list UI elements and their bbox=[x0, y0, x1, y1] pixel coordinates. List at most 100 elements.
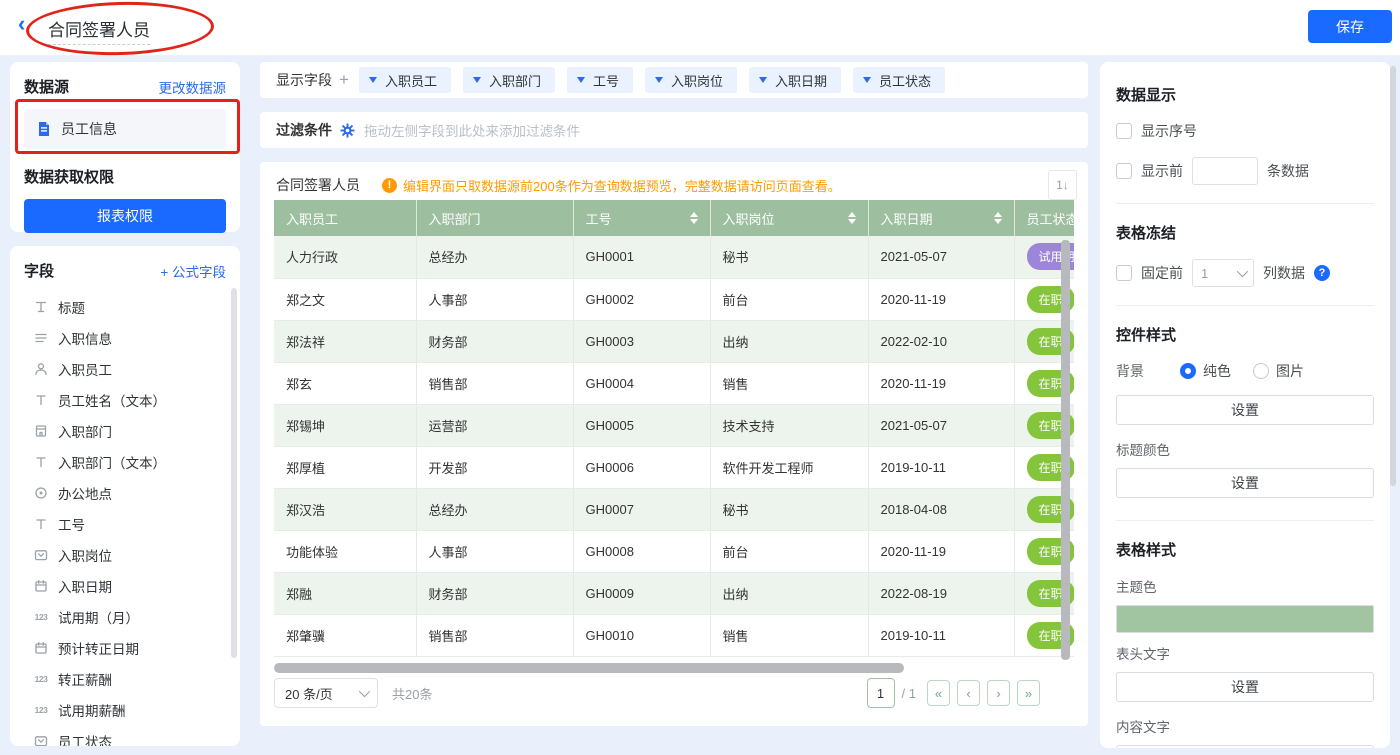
cell-post: 秘书 bbox=[710, 488, 868, 530]
chevron-down-icon bbox=[359, 686, 370, 697]
cell-name: 郑玄 bbox=[274, 362, 416, 404]
display-field-chip[interactable]: 入职员工 bbox=[359, 67, 451, 93]
settings-panel-scrollbar[interactable] bbox=[1390, 66, 1396, 486]
field-type-icon: 123 bbox=[33, 609, 49, 625]
field-item[interactable]: 标题 bbox=[24, 291, 226, 322]
field-item[interactable]: 员工状态 bbox=[24, 725, 226, 746]
cell-dept: 人事部 bbox=[416, 278, 573, 320]
field-item[interactable]: 入职日期 bbox=[24, 570, 226, 601]
chip-label: 入职日期 bbox=[775, 71, 827, 90]
table-row[interactable]: 人力行政 总经办 GH0001 秘书 2021-05-07 试用期 bbox=[274, 236, 1074, 278]
cell-dept: 财务部 bbox=[416, 572, 573, 614]
solid-color-radio[interactable] bbox=[1180, 363, 1196, 379]
field-type-icon bbox=[33, 454, 49, 470]
field-type-icon bbox=[33, 733, 49, 747]
gear-icon[interactable] bbox=[340, 123, 355, 138]
display-fields-label: 显示字段 bbox=[276, 70, 332, 90]
field-item[interactable]: 123 试用期薪酬 bbox=[24, 694, 226, 725]
field-item[interactable]: 员工姓名（文本） bbox=[24, 384, 226, 415]
table-column-header[interactable]: 员工状态 bbox=[1014, 200, 1074, 236]
field-item[interactable]: 预计转正日期 bbox=[24, 632, 226, 663]
field-item[interactable]: 工号 bbox=[24, 508, 226, 539]
title-color-set-button[interactable]: 设置 bbox=[1116, 468, 1374, 498]
sort-arrows-icon[interactable] bbox=[994, 212, 1002, 224]
display-field-chip[interactable]: 员工状态 bbox=[853, 67, 945, 93]
table-row[interactable]: 郑汉浩 总经办 GH0007 秘书 2018-04-08 在职 bbox=[274, 488, 1074, 530]
table-column-header[interactable]: 入职日期 bbox=[868, 200, 1014, 236]
table-column-header[interactable]: 工号 bbox=[573, 200, 710, 236]
table-horizontal-scrollbar[interactable] bbox=[274, 663, 904, 673]
last-page-button[interactable]: » bbox=[1017, 680, 1040, 706]
table-column-header[interactable]: 入职员工 bbox=[274, 200, 416, 236]
column-label: 员工状态 bbox=[1027, 209, 1075, 228]
field-item[interactable]: 办公地点 bbox=[24, 477, 226, 508]
display-field-chip[interactable]: 入职岗位 bbox=[645, 67, 737, 93]
image-label: 图片 bbox=[1276, 361, 1304, 381]
add-formula-field-link[interactable]: + 公式字段 bbox=[160, 261, 226, 281]
field-type-icon bbox=[33, 392, 49, 408]
table-row[interactable]: 郑肇骥 销售部 GH0010 销售 2019-10-11 在职 bbox=[274, 614, 1074, 656]
table-row[interactable]: 郑融 财务部 GH0009 出纳 2022-08-19 在职 bbox=[274, 572, 1074, 614]
field-item[interactable]: 123 试用期（月） bbox=[24, 601, 226, 632]
next-page-button[interactable]: › bbox=[987, 680, 1010, 706]
save-button[interactable]: 保存 bbox=[1308, 10, 1392, 43]
back-icon[interactable]: ‹ bbox=[18, 13, 25, 35]
content-text-set-button[interactable]: 设置 bbox=[1116, 745, 1374, 748]
table-row[interactable]: 郑法祥 财务部 GH0003 出纳 2022-02-10 在职 bbox=[274, 320, 1074, 362]
cell-id: GH0001 bbox=[573, 236, 710, 278]
field-item[interactable]: 入职岗位 bbox=[24, 539, 226, 570]
chevron-down-icon bbox=[1237, 266, 1248, 277]
filter-bar[interactable]: 过滤条件 拖动左侧字段到此处来添加过滤条件 bbox=[260, 112, 1088, 148]
report-permission-button[interactable]: 报表权限 bbox=[24, 199, 226, 233]
fields-scrollbar[interactable] bbox=[231, 288, 237, 658]
show-index-checkbox[interactable] bbox=[1116, 123, 1132, 139]
sort-order-button[interactable]: 1↓ bbox=[1048, 170, 1077, 200]
table-row[interactable]: 功能体验 人事部 GH0008 前台 2020-11-19 在职 bbox=[274, 530, 1074, 572]
freeze-columns-select[interactable]: 1 bbox=[1192, 259, 1254, 287]
table-column-header[interactable]: 入职岗位 bbox=[710, 200, 868, 236]
field-item[interactable]: 入职信息 bbox=[24, 322, 226, 353]
show-front-checkbox[interactable] bbox=[1116, 163, 1132, 179]
display-field-chip[interactable]: 入职部门 bbox=[463, 67, 555, 93]
sort-arrows-icon[interactable] bbox=[690, 212, 698, 224]
table-row[interactable]: 郑锡坤 运营部 GH0005 技术支持 2021-05-07 在职 bbox=[274, 404, 1074, 446]
sort-arrows-icon[interactable] bbox=[848, 212, 856, 224]
filter-label: 过滤条件 bbox=[276, 120, 332, 140]
background-set-button[interactable]: 设置 bbox=[1116, 395, 1374, 425]
table-row[interactable]: 郑厚植 开发部 GH0006 软件开发工程师 2019-10-11 在职 bbox=[274, 446, 1074, 488]
change-datasource-link[interactable]: 更改数据源 bbox=[159, 77, 227, 97]
page-title[interactable]: 合同签署人员 bbox=[48, 16, 150, 45]
header-text-set-button[interactable]: 设置 bbox=[1116, 672, 1374, 702]
cell-post: 前台 bbox=[710, 278, 868, 320]
field-item[interactable]: 入职员工 bbox=[24, 353, 226, 384]
field-item[interactable]: 123 转正薪酬 bbox=[24, 663, 226, 694]
cell-date: 2020-11-19 bbox=[868, 362, 1014, 404]
cell-name: 郑法祥 bbox=[274, 320, 416, 362]
page-size-select[interactable]: 20 条/页 bbox=[274, 678, 378, 708]
image-radio[interactable] bbox=[1253, 363, 1269, 379]
freeze-checkbox[interactable] bbox=[1116, 265, 1132, 281]
display-fields-bar: 显示字段 + 入职员工 入职部门 工号 入职岗位 入职日期 bbox=[260, 62, 1088, 98]
field-type-icon bbox=[33, 299, 49, 315]
cell-dept: 总经办 bbox=[416, 236, 573, 278]
add-display-field-button[interactable]: + bbox=[339, 70, 349, 90]
table-vertical-scrollbar[interactable] bbox=[1061, 240, 1070, 660]
cell-id: GH0003 bbox=[573, 320, 710, 362]
prev-page-button[interactable]: ‹ bbox=[957, 680, 980, 706]
datasource-item[interactable]: 员工信息 bbox=[24, 109, 226, 149]
current-page-box[interactable]: 1 bbox=[867, 678, 895, 708]
field-type-icon bbox=[33, 640, 49, 656]
display-field-chip[interactable]: 入职日期 bbox=[749, 67, 841, 93]
front-count-input[interactable] bbox=[1192, 157, 1258, 185]
table-row[interactable]: 郑玄 销售部 GH0004 销售 2020-11-19 在职 bbox=[274, 362, 1074, 404]
display-field-chip[interactable]: 工号 bbox=[567, 67, 633, 93]
field-item[interactable]: 入职部门（文本） bbox=[24, 446, 226, 477]
table-row[interactable]: 郑之文 人事部 GH0002 前台 2020-11-19 在职 bbox=[274, 278, 1074, 320]
field-type-icon bbox=[33, 423, 49, 439]
field-item[interactable]: 入职部门 bbox=[24, 415, 226, 446]
theme-color-swatch[interactable] bbox=[1116, 605, 1374, 633]
table-column-header[interactable]: 入职部门 bbox=[416, 200, 573, 236]
datasource-title: 数据源 bbox=[24, 76, 69, 97]
first-page-button[interactable]: « bbox=[927, 680, 950, 706]
help-icon[interactable]: ? bbox=[1314, 265, 1330, 281]
